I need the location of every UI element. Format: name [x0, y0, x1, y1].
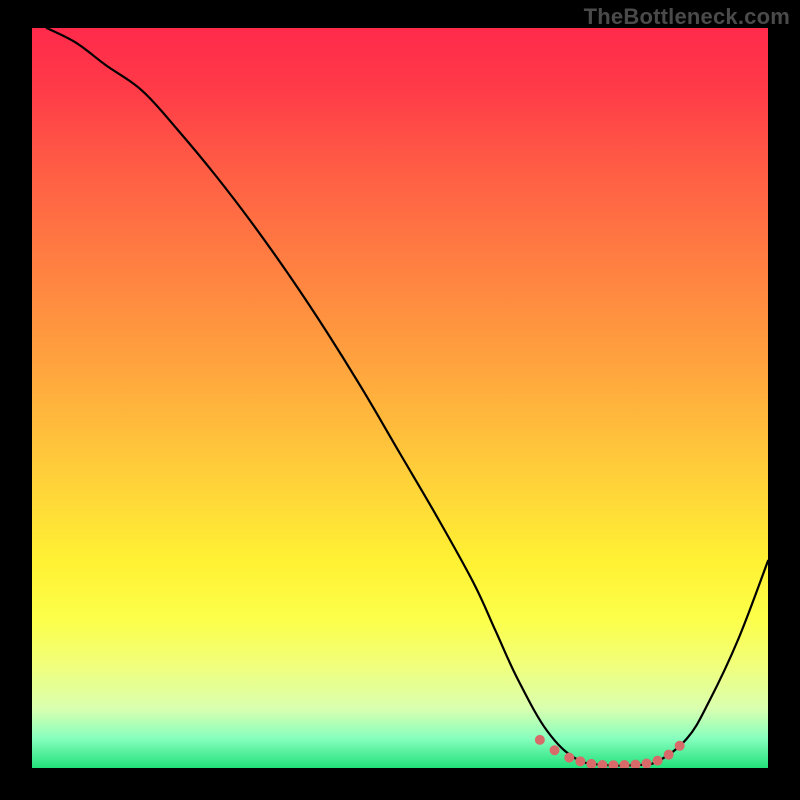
valley-dot — [642, 759, 652, 768]
valley-dot — [608, 760, 618, 768]
valley-dot — [597, 760, 607, 768]
chart-plot-area — [32, 28, 768, 768]
valley-dot — [535, 735, 545, 745]
valley-dot — [586, 759, 596, 768]
valley-dot — [675, 741, 685, 751]
watermark-text: TheBottleneck.com — [584, 4, 790, 30]
optimal-valley-dots — [535, 735, 685, 768]
bottleneck-curve — [47, 28, 768, 766]
valley-dot — [550, 745, 560, 755]
valley-dot — [564, 753, 574, 763]
chart-overlay — [32, 28, 768, 768]
valley-dot — [631, 760, 641, 768]
valley-dot — [664, 750, 674, 760]
valley-dot — [575, 756, 585, 766]
valley-dot — [653, 756, 663, 766]
valley-dot — [619, 760, 629, 768]
